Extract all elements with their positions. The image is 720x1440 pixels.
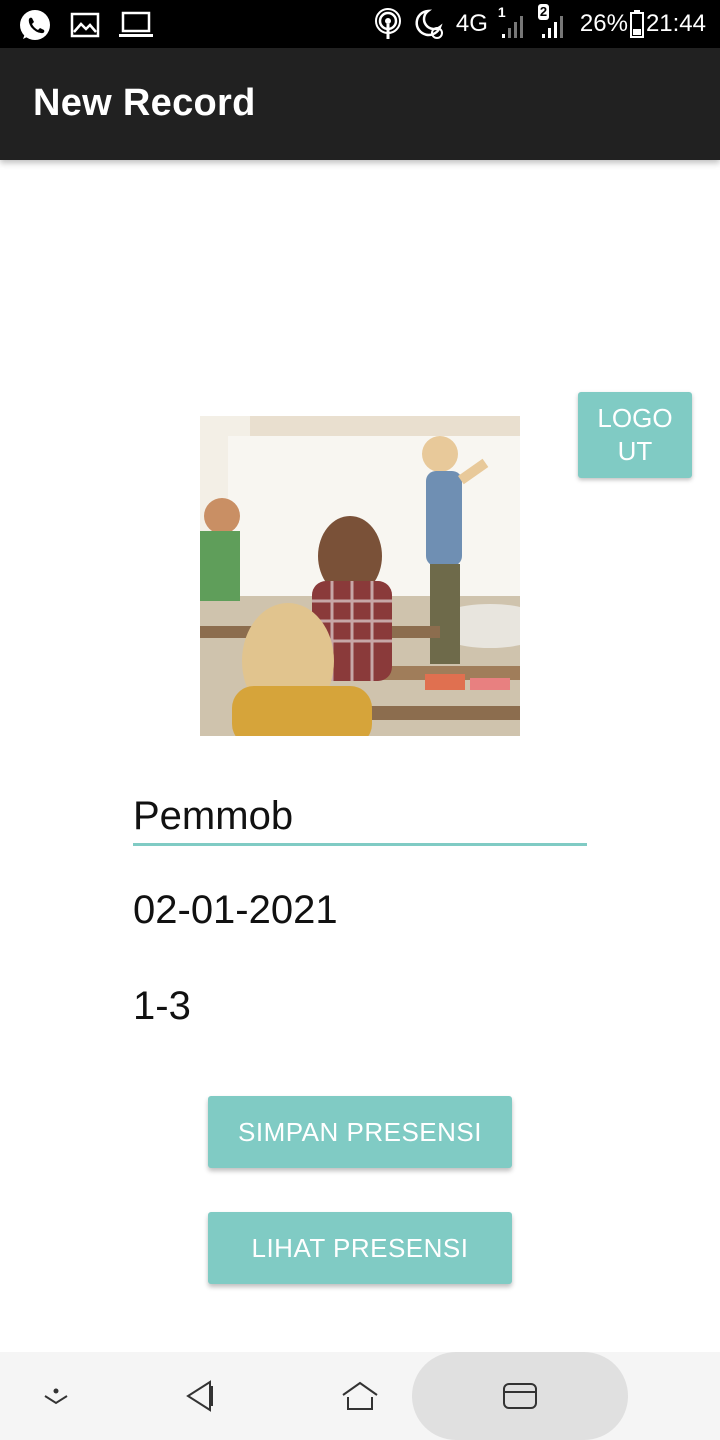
hotspot-icon: [374, 8, 401, 39]
back-triangle-icon: [186, 1380, 213, 1412]
laptop-icon: [119, 11, 153, 37]
home-icon: [342, 1381, 378, 1410]
date-field[interactable]: 02-01-2021: [133, 888, 338, 933]
home-button[interactable]: [330, 1352, 390, 1440]
hide-nav-button[interactable]: [26, 1352, 86, 1440]
signal-sim2-icon: 2: [537, 4, 570, 40]
whatsapp-icon: [20, 10, 50, 40]
session-field[interactable]: 1-3: [133, 984, 191, 1029]
network-type: 4G: [455, 10, 488, 37]
save-attendance-button[interactable]: SIMPAN PRESENSI: [208, 1096, 512, 1168]
recents-button[interactable]: [490, 1352, 550, 1440]
battery-icon: [629, 10, 644, 38]
battery-percent: 26%: [579, 10, 628, 37]
navigation-bar: [0, 1352, 720, 1440]
page-title: New Record: [33, 82, 256, 124]
back-button[interactable]: [170, 1352, 230, 1440]
signal-sim1-icon: 1: [498, 4, 528, 40]
logout-button[interactable]: LOGO UT: [578, 392, 692, 478]
app-bar: New Record: [0, 48, 720, 160]
classroom-photo: [200, 416, 520, 736]
image-icon: [70, 12, 100, 38]
do-not-disturb-moon-icon: [415, 9, 443, 39]
chevron-down-icon: [44, 1388, 68, 1405]
recents-icon: [503, 1383, 537, 1409]
view-attendance-button[interactable]: LIHAT PRESENSI: [208, 1212, 512, 1284]
clock: 21:44: [645, 10, 706, 37]
course-name-input[interactable]: [133, 790, 587, 846]
status-bar: 4G 1 2 26% 21:44: [0, 0, 720, 48]
